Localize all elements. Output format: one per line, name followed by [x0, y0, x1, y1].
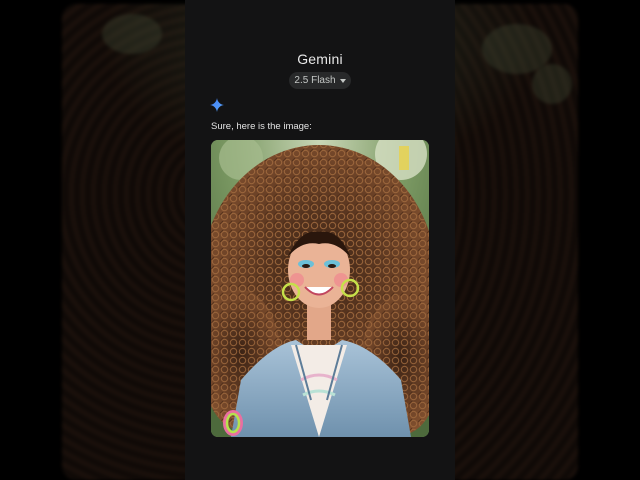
app-title: Gemini	[297, 51, 343, 67]
gemini-sparkle-icon	[210, 98, 224, 112]
model-label: 2.5 Flash	[294, 75, 336, 86]
chevron-down-icon	[339, 79, 346, 83]
video-frame: Gemini 2.5 Flash Sure, here is the image…	[0, 0, 640, 480]
generated-image-illustration	[211, 140, 429, 437]
response-text: Sure, here is the image:	[211, 121, 312, 132]
generated-image[interactable]	[211, 140, 429, 437]
model-selector[interactable]: 2.5 Flash	[289, 72, 351, 89]
gemini-app-screen: Gemini 2.5 Flash Sure, here is the image…	[185, 0, 455, 480]
